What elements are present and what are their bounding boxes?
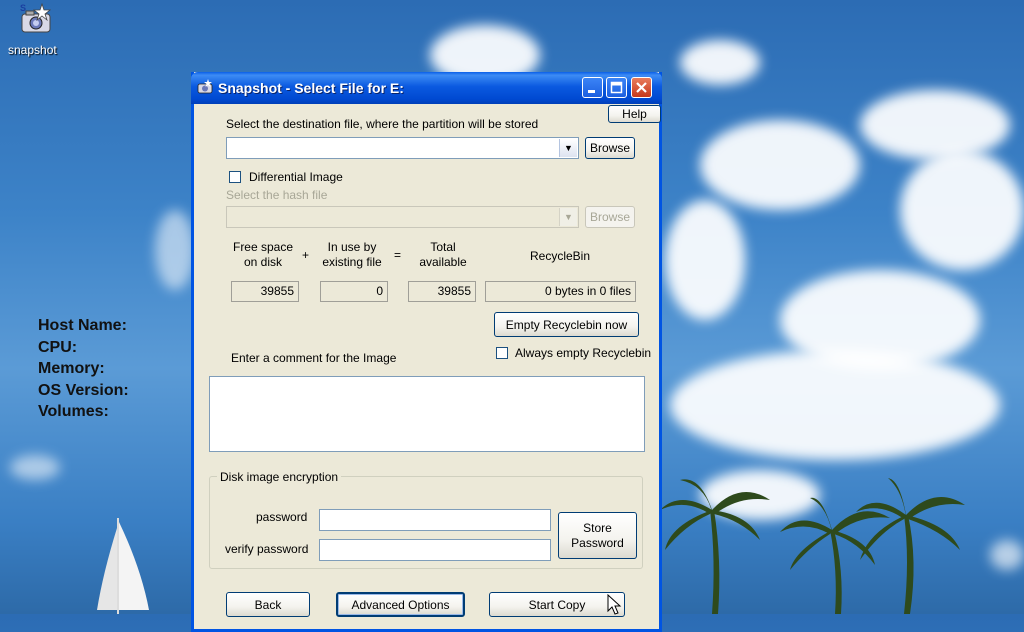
svg-text:S: S xyxy=(20,3,26,13)
sysinfo-cpu: CPU: xyxy=(38,338,78,356)
title-bar[interactable]: Snapshot - Select File for E: xyxy=(191,72,662,104)
app-icon xyxy=(197,79,213,94)
close-icon xyxy=(636,82,647,93)
chevron-down-icon[interactable]: ▼ xyxy=(559,208,577,226)
close-button[interactable] xyxy=(631,77,652,98)
cloud xyxy=(10,455,60,480)
window-title: Snapshot - Select File for E: xyxy=(218,80,404,96)
encryption-title: Disk image encryption xyxy=(217,470,342,484)
total-label: Total available xyxy=(419,240,467,269)
free-space-value: 39855 xyxy=(231,281,299,302)
back-button[interactable]: Back xyxy=(226,592,310,617)
sysinfo-os: OS Version: xyxy=(38,381,129,399)
comment-label: Enter a comment for the Image xyxy=(231,351,397,365)
total-value: 39855 xyxy=(408,281,476,302)
in-use-value: 0 xyxy=(320,281,388,302)
empty-recyclebin-button[interactable]: Empty Recyclebin now xyxy=(494,312,639,337)
in-use-label: In use by existing file xyxy=(322,240,382,269)
sailboat xyxy=(97,518,149,614)
cloud xyxy=(155,210,195,290)
always-empty-label: Always empty Recyclebin xyxy=(515,346,652,360)
hash-label: Select the hash file xyxy=(226,188,328,202)
cloud xyxy=(860,90,1010,160)
desktop-icon-snapshot[interactable]: S snapshot xyxy=(8,2,64,57)
cloud xyxy=(670,350,1000,460)
palm-trees xyxy=(660,478,965,614)
minimize-button[interactable] xyxy=(582,77,603,98)
free-space-label: Free space on disk xyxy=(232,240,294,269)
sysinfo-host: Host Name: xyxy=(38,317,127,334)
recyclebin-label: RecycleBin xyxy=(529,249,591,263)
differential-label: Differential Image xyxy=(249,170,343,184)
recyclebin-value: 0 bytes in 0 files xyxy=(485,281,636,302)
browse-hash-button[interactable]: Browse xyxy=(585,206,635,228)
cloud xyxy=(990,540,1024,570)
verify-password-label: verify password xyxy=(225,542,309,556)
advanced-options-button[interactable]: Advanced Options xyxy=(336,592,465,617)
always-empty-checkbox[interactable] xyxy=(496,347,508,359)
minimize-icon xyxy=(588,90,595,93)
mouse-cursor-icon xyxy=(607,594,622,615)
differential-checkbox[interactable] xyxy=(229,171,241,183)
hash-combo[interactable]: ▼ xyxy=(226,206,579,228)
password-label: password xyxy=(256,510,308,524)
help-button[interactable]: Help xyxy=(608,105,661,123)
password-field[interactable] xyxy=(319,509,551,531)
cloud xyxy=(665,200,745,320)
chevron-down-icon[interactable]: ▼ xyxy=(559,139,577,157)
start-copy-button[interactable]: Start Copy xyxy=(489,592,625,617)
destination-label: Select the destination file, where the p… xyxy=(226,117,539,131)
desktop-icon-label: snapshot xyxy=(8,43,57,57)
destination-combo[interactable]: ▼ xyxy=(226,137,579,159)
snapshot-dialog: Snapshot - Select File for E: Help Selec… xyxy=(191,72,662,632)
cloud xyxy=(900,150,1024,270)
cloud xyxy=(700,120,860,210)
equals-sign: = xyxy=(394,248,402,262)
maximize-icon xyxy=(610,81,623,94)
system-info: Host Name: CPU: Memory: OS Version: Volu… xyxy=(38,315,129,423)
plus-sign: + xyxy=(302,248,310,262)
camera-icon: S xyxy=(20,2,52,33)
cloud xyxy=(680,40,760,85)
sysinfo-memory: Memory: xyxy=(38,360,105,377)
browse-button[interactable]: Browse xyxy=(585,137,635,159)
maximize-button[interactable] xyxy=(606,77,627,98)
store-password-button[interactable]: Store Password xyxy=(558,512,637,559)
sysinfo-volumes: Volumes: xyxy=(38,403,109,420)
comment-textarea[interactable] xyxy=(209,376,645,452)
verify-password-field[interactable] xyxy=(319,539,551,561)
